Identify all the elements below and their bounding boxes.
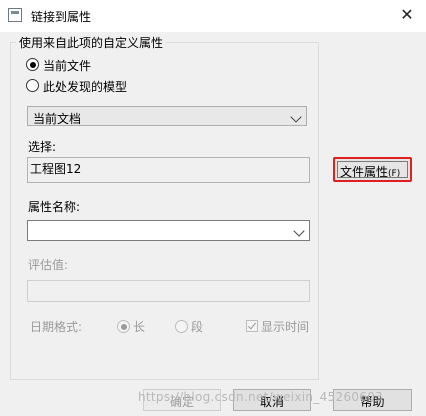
current-file-label[interactable]: 当前文件 bbox=[43, 57, 91, 74]
group-label: 使用来自此项的自定义属性 bbox=[16, 34, 167, 51]
evaluated-value-field bbox=[27, 280, 310, 302]
file-properties-button[interactable]: 文件属性(F) bbox=[333, 157, 412, 182]
found-model-radio[interactable] bbox=[26, 79, 39, 92]
file-properties-text: 文件属性 bbox=[340, 165, 389, 179]
file-properties-shortcut: (F) bbox=[388, 169, 401, 179]
document-select[interactable]: 当前文档 bbox=[27, 106, 307, 126]
current-file-radio[interactable] bbox=[26, 58, 39, 71]
found-model-label[interactable]: 此处发现的模型 bbox=[43, 78, 127, 95]
selection-field: 工程图12 bbox=[27, 157, 310, 183]
show-time-checkbox[interactable] bbox=[246, 320, 258, 332]
property-name-label: 属性名称: bbox=[28, 200, 81, 214]
watermark-text: https://blog.csdn.net/weixin_45260603 bbox=[138, 390, 384, 404]
selection-value: 工程图12 bbox=[30, 162, 82, 176]
date-short-label: 段 bbox=[191, 320, 204, 334]
file-properties-label: 文件属性(F) bbox=[340, 163, 400, 180]
document-select-value: 当前文档 bbox=[33, 112, 82, 126]
chevron-down-icon bbox=[293, 225, 305, 237]
evaluated-value-label: 评估值: bbox=[28, 258, 69, 272]
title-bar: 链接到属性 ✕ bbox=[0, 0, 426, 32]
date-format-label: 日期格式: bbox=[30, 320, 83, 334]
app-window-icon bbox=[8, 8, 22, 22]
chevron-down-icon bbox=[290, 111, 302, 123]
property-name-combo[interactable] bbox=[27, 220, 310, 241]
date-long-radio[interactable] bbox=[117, 320, 130, 333]
date-short-radio[interactable] bbox=[175, 320, 188, 333]
selection-label: 选择: bbox=[28, 140, 57, 154]
close-button[interactable]: ✕ bbox=[394, 4, 420, 26]
show-time-label: 显示时间 bbox=[261, 320, 310, 334]
date-long-label: 长 bbox=[133, 320, 146, 334]
window-title: 链接到属性 bbox=[31, 10, 92, 24]
